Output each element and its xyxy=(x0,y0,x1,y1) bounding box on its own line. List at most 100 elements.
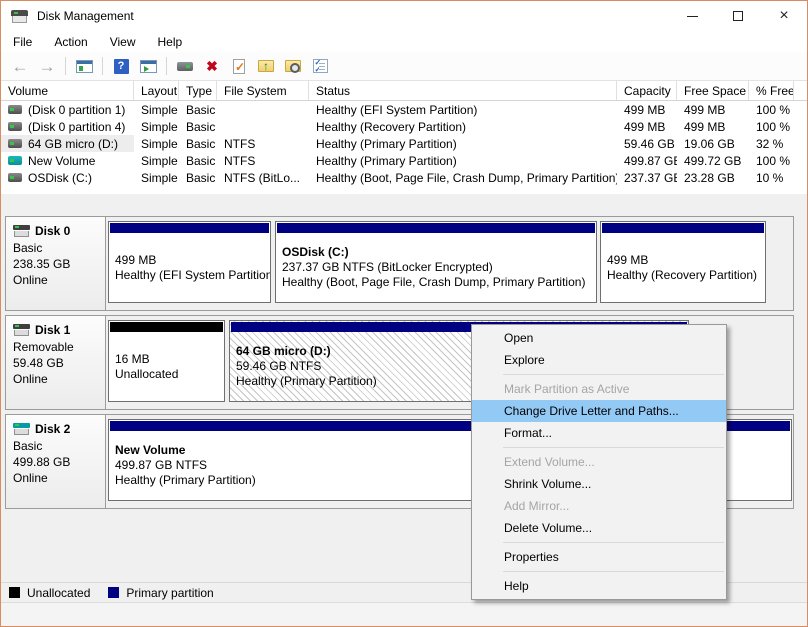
volume-name: 64 GB micro (D:) xyxy=(28,136,119,151)
minimize-button[interactable] xyxy=(669,1,715,31)
menu-item-delete-volume[interactable]: Delete Volume... xyxy=(472,517,726,539)
column-header-volume[interactable]: Volume xyxy=(1,81,134,100)
free-space-cell: 499 MB xyxy=(684,102,726,117)
back-button[interactable] xyxy=(8,55,32,77)
minimize-icon xyxy=(686,15,698,17)
menu-bar: File Action View Help xyxy=(1,31,807,52)
table-row[interactable]: (Disk 0 partition 1) Simple Basic Health… xyxy=(1,101,807,118)
layout-cell: Simple xyxy=(141,102,178,117)
column-header-type[interactable]: Type xyxy=(179,81,217,100)
menu-file[interactable]: File xyxy=(2,33,43,51)
layout-cell: Simple xyxy=(141,153,178,168)
volume-icon xyxy=(8,139,22,148)
free-space-cell: 23.28 GB xyxy=(684,170,735,185)
volume-name: (Disk 0 partition 4) xyxy=(28,119,126,134)
column-header-capacity[interactable]: Capacity xyxy=(617,81,677,100)
partition-status: Healthy (Recovery Partition) xyxy=(607,267,758,282)
folder-up-icon xyxy=(258,59,274,73)
file-system-cell xyxy=(217,118,309,135)
pct-free-cell: 100 % xyxy=(756,119,791,134)
partition-size: 16 MB xyxy=(115,351,150,366)
disk-icon xyxy=(13,324,30,336)
partition-status: Healthy (Boot, Page File, Crash Dump, Pr… xyxy=(282,275,586,289)
partition-band xyxy=(602,223,764,233)
menu-item-open[interactable]: Open xyxy=(472,327,726,349)
disk-name: Disk 0 xyxy=(35,224,71,238)
pct-free-cell: 10 % xyxy=(756,170,784,185)
partition-unallocated[interactable]: 16 MB Unallocated xyxy=(108,320,225,402)
column-header-layout[interactable]: Layout xyxy=(134,81,179,100)
disk-name: Disk 2 xyxy=(35,422,71,436)
volume-icon xyxy=(8,105,22,114)
layout-cell: Simple xyxy=(141,136,178,151)
volume-name: New Volume xyxy=(28,153,96,168)
type-cell: Basic xyxy=(186,119,216,134)
pct-free-cell: 100 % xyxy=(756,153,791,168)
back-icon xyxy=(12,58,29,75)
status-bar xyxy=(1,602,807,626)
partition-efi-system[interactable]: 499 MB Healthy (EFI System Partition) xyxy=(108,221,271,303)
volume-list-pane: Volume Layout Type File System Status Ca… xyxy=(1,81,807,194)
disk-name: Disk 1 xyxy=(35,323,71,337)
disk-1-header[interactable]: Disk 1 Removable 59.48 GB Online xyxy=(6,316,106,409)
column-header-file-system[interactable]: File System xyxy=(217,81,309,100)
column-header-filler xyxy=(794,81,807,100)
close-button[interactable]: × xyxy=(761,1,807,31)
disk-status: Online xyxy=(13,273,48,287)
delete-button[interactable] xyxy=(200,55,224,77)
disk-0-header[interactable]: Disk 0 Basic 238.35 GB Online xyxy=(6,217,106,310)
capacity-cell: 499 MB xyxy=(624,119,666,134)
column-header-pct-free[interactable]: % Free xyxy=(749,81,794,100)
partition-osdisk-c[interactable]: OSDisk (C:) 237.37 GB NTFS (BitLocker En… xyxy=(275,221,597,303)
disk-icon xyxy=(13,225,30,237)
legend-label-unallocated: Unallocated xyxy=(27,585,91,600)
menu-item-explore[interactable]: Explore xyxy=(472,349,726,371)
menu-item-help[interactable]: Help xyxy=(472,575,726,597)
maximize-icon xyxy=(733,11,743,21)
table-row[interactable]: OSDisk (C:) Simple Basic NTFS (BitLo... … xyxy=(1,169,807,186)
column-header-status[interactable]: Status xyxy=(309,81,617,100)
explore-button[interactable] xyxy=(281,55,305,77)
file-system-cell: NTFS (BitLo... xyxy=(224,170,301,185)
menu-item-format[interactable]: Format... xyxy=(472,422,726,444)
help-button[interactable] xyxy=(109,55,133,77)
type-cell: Basic xyxy=(186,170,216,185)
disk-2-header[interactable]: Disk 2 Basic 499.88 GB Online xyxy=(6,415,106,508)
column-header-free-space[interactable]: Free Space xyxy=(677,81,749,100)
menu-item-properties[interactable]: Properties xyxy=(472,546,726,568)
disk-status: Online xyxy=(13,471,48,485)
menu-item-mark-partition-active: Mark Partition as Active xyxy=(504,382,630,396)
window-title: Disk Management xyxy=(37,9,134,23)
maximize-button[interactable] xyxy=(715,1,761,31)
menu-item-change-drive-letter[interactable]: Change Drive Letter and Paths... xyxy=(472,400,726,422)
device-button[interactable] xyxy=(173,55,197,77)
free-space-cell: 499.72 GB xyxy=(684,153,742,168)
disk-size: 59.48 GB xyxy=(13,356,64,370)
show-action-pane-button[interactable] xyxy=(136,55,160,77)
table-row[interactable]: (Disk 0 partition 4) Simple Basic Health… xyxy=(1,118,807,135)
disk-0-partitions: 499 MB Healthy (EFI System Partition) OS… xyxy=(106,217,793,310)
menu-help[interactable]: Help xyxy=(147,33,194,51)
check-button[interactable] xyxy=(227,55,251,77)
menu-view[interactable]: View xyxy=(99,33,147,51)
disk-management-window: Disk Management × File Action View Help … xyxy=(0,0,808,627)
partition-size: 237.37 GB NTFS (BitLocker Encrypted) xyxy=(282,260,493,274)
table-row-selected[interactable]: 64 GB micro (D:) Simple Basic NTFS Healt… xyxy=(1,135,807,152)
toolbar xyxy=(1,52,807,81)
partition-recovery[interactable]: 499 MB Healthy (Recovery Partition) xyxy=(600,221,766,303)
table-row[interactable]: New Volume Simple Basic NTFS Healthy (Pr… xyxy=(1,152,807,169)
menu-action[interactable]: Action xyxy=(43,33,98,51)
open-button[interactable] xyxy=(254,55,278,77)
partition-title: OSDisk (C:) xyxy=(282,245,349,259)
menu-separator xyxy=(503,447,724,448)
forward-button[interactable] xyxy=(35,55,59,77)
capacity-cell: 237.37 GB xyxy=(624,170,677,185)
properties-list-button[interactable] xyxy=(308,55,332,77)
volume-icon xyxy=(8,122,22,131)
menu-separator xyxy=(503,542,724,543)
folder-search-icon xyxy=(285,60,301,73)
menu-item-shrink-volume[interactable]: Shrink Volume... xyxy=(472,473,726,495)
show-console-tree-button[interactable] xyxy=(72,55,96,77)
pct-free-cell: 100 % xyxy=(756,102,791,117)
disk-kind: Basic xyxy=(13,241,43,255)
